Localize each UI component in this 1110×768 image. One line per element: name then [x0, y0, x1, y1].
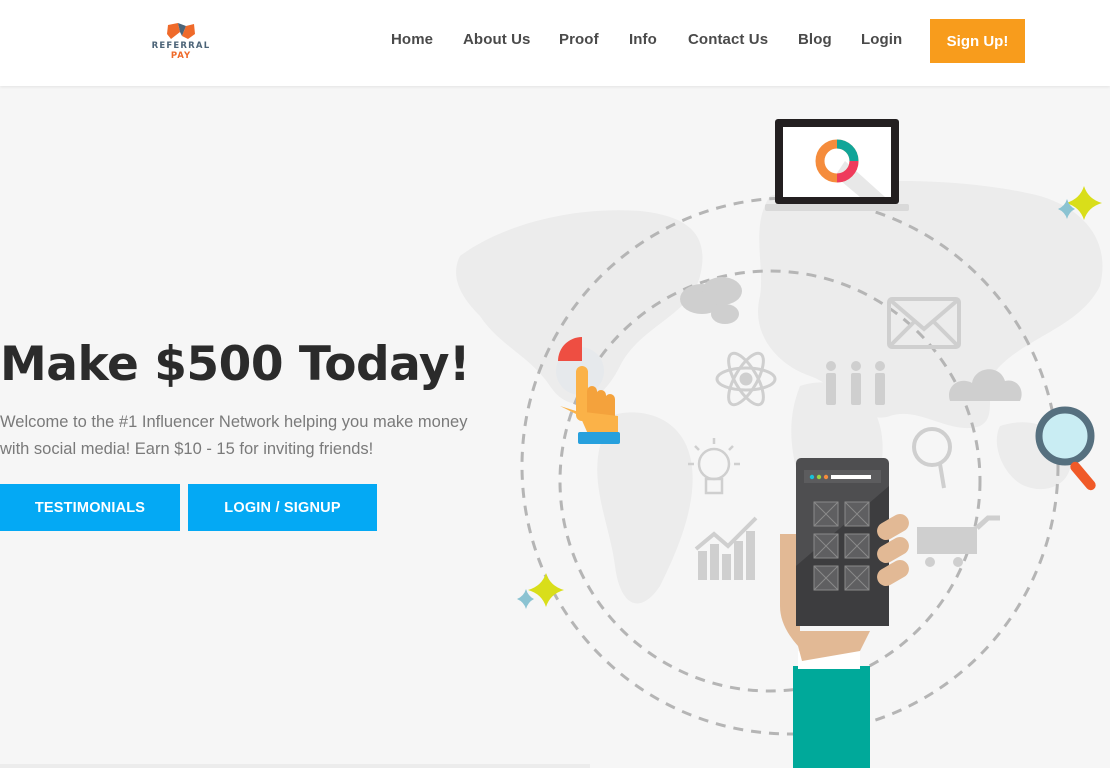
login-signup-button[interactable]: LOGIN / SIGNUP [188, 484, 377, 531]
smartphone-hand-icon [780, 458, 909, 768]
nav-proof[interactable]: Proof [559, 31, 599, 48]
nav-home[interactable]: Home [391, 31, 433, 48]
growth-chart-icon [694, 516, 758, 580]
atom-icon [715, 351, 777, 407]
nav-info[interactable]: Info [629, 31, 657, 48]
testimonials-button[interactable]: TESTIMONIALS [0, 484, 180, 531]
logo-text: REFERRAL [151, 41, 211, 51]
shopping-cart-icon [917, 515, 1000, 567]
nav-about-us[interactable]: About Us [463, 31, 530, 48]
hero-illustration [456, 119, 1103, 768]
nav-login[interactable]: Login [861, 31, 902, 48]
logo-subtext: PAY [170, 51, 192, 61]
nav-contact-us[interactable]: Contact Us [688, 31, 768, 48]
search-icon [912, 427, 952, 489]
nav-blog[interactable]: Blog [798, 31, 832, 48]
team-icon [826, 361, 885, 405]
site-header: REFERRAL PAY Home About Us Proof Info Co… [0, 0, 1110, 86]
laptop-donut-chart-icon [765, 119, 909, 211]
section-divider [0, 764, 590, 768]
logo-mark-icon [167, 23, 195, 39]
sign-up-button[interactable]: Sign Up! [930, 19, 1025, 63]
logo[interactable]: REFERRAL PAY [150, 20, 212, 66]
hero-description: Welcome to the #1 Influencer Network hel… [0, 413, 468, 458]
lightbulb-icon [688, 438, 740, 495]
hero-title: Make $500 Today! [0, 337, 471, 392]
